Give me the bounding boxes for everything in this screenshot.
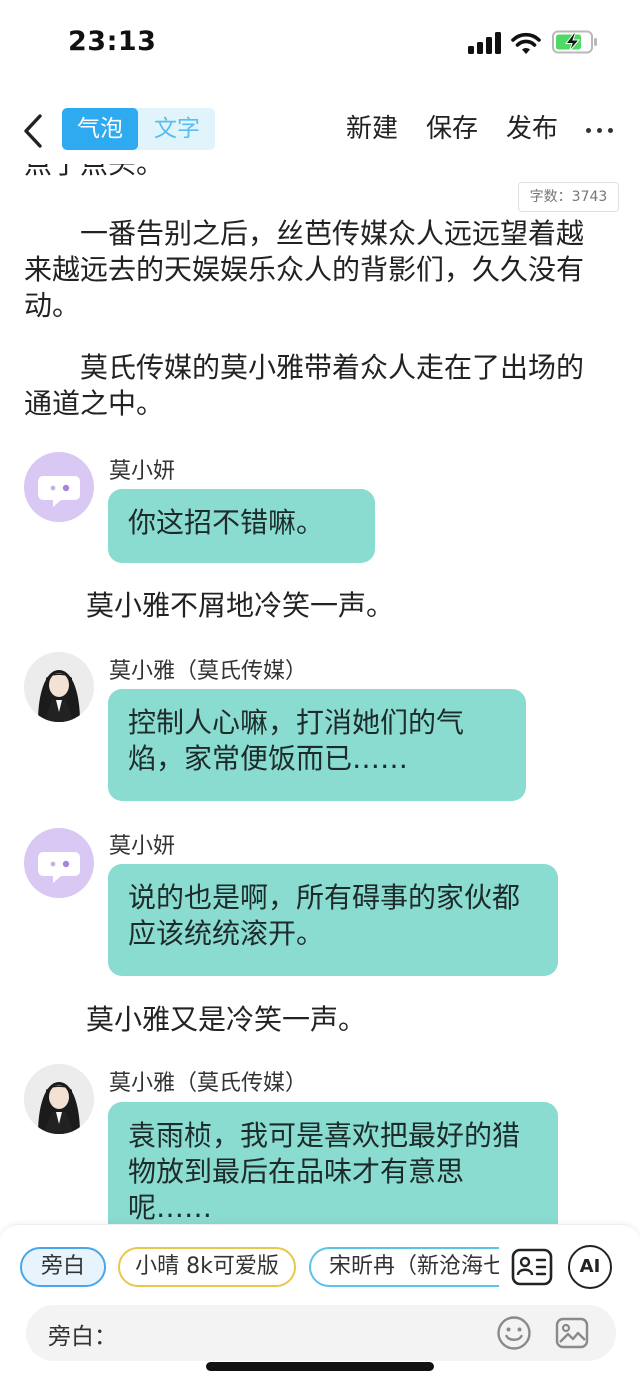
- message-input[interactable]: [116, 1313, 476, 1353]
- wifi-icon: [511, 32, 541, 54]
- publish-button[interactable]: 发布: [506, 110, 558, 148]
- avatar-placeholder-icon[interactable]: [24, 452, 94, 522]
- status-bar: 23:13: [0, 0, 640, 86]
- status-time: 23:13: [68, 26, 157, 57]
- chat-bubble[interactable]: 控制人心嘛，打消她们的气焰，家常便饭而已……: [108, 689, 526, 801]
- mode-toggle: 气泡 文字: [62, 108, 215, 150]
- emoji-icon[interactable]: [496, 1315, 532, 1351]
- bottom-panel: 旁白 小晴 8k可爱版 宋昕冉（新沧海七 AI 旁白：: [0, 1224, 640, 1385]
- paragraph: 一番告别之后，丝芭传媒众人远远望着越来越远去的天娱娱乐众人的背影们，久久没有动。: [24, 217, 585, 322]
- avatar-placeholder-icon[interactable]: [24, 828, 94, 898]
- tab-bubble[interactable]: 气泡: [62, 108, 138, 150]
- role-chip-narrator[interactable]: 旁白: [20, 1247, 106, 1287]
- input-bar: 旁白：: [26, 1305, 616, 1361]
- paragraph: 莫氏传媒的莫小雅带着众人走在了出场的通道之中。: [24, 351, 585, 420]
- speaker-name: 莫小妍: [109, 834, 176, 859]
- avatar-photo[interactable]: [24, 652, 94, 722]
- nav-bar: 气泡 文字 新建 保存 发布: [0, 98, 640, 164]
- battery-charging-icon: [552, 30, 597, 54]
- speaker-name: 莫小妍: [109, 459, 176, 484]
- speaker-name: 莫小雅（莫氏传媒）: [109, 659, 308, 684]
- signal-icon: [468, 32, 502, 54]
- chat-bubble[interactable]: 说的也是啊，所有碍事的家伙都应该统统滚开。: [108, 864, 558, 976]
- home-indicator: [206, 1362, 434, 1371]
- speaker-name: 莫小雅（莫氏传媒）: [109, 1071, 308, 1096]
- more-dots-icon[interactable]: [584, 110, 616, 148]
- role-chip[interactable]: 小晴 8k可爱版: [118, 1247, 296, 1287]
- chat-bubble[interactable]: 袁雨桢，我可是喜欢把最好的猎物放到最后在品味才有意思呢……: [108, 1102, 558, 1224]
- chevron-left-icon[interactable]: [16, 108, 50, 154]
- word-count-badge: 字数：3743: [518, 182, 619, 212]
- story-content[interactable]: 点了点头。 字数：3743 一番告别之后，丝芭传媒众人远远望着越来越远去的天娱娱…: [0, 164, 640, 1224]
- new-button[interactable]: 新建: [346, 110, 398, 148]
- save-button[interactable]: 保存: [426, 110, 478, 148]
- input-role-label: 旁白：: [48, 1324, 117, 1350]
- narration: 莫小雅又是冷笑一声。: [86, 1003, 367, 1036]
- paragraph-fragment: 点了点头。: [24, 164, 604, 182]
- role-card-icon[interactable]: [510, 1245, 554, 1289]
- avatar-photo[interactable]: [24, 1064, 94, 1134]
- role-chip[interactable]: 宋昕冉（新沧海七: [309, 1247, 499, 1287]
- ai-button[interactable]: AI: [568, 1245, 612, 1289]
- chat-bubble[interactable]: 你这招不错嘛。: [108, 489, 375, 563]
- image-icon[interactable]: [554, 1315, 590, 1351]
- tab-text[interactable]: 文字: [139, 108, 215, 150]
- narration: 莫小雅不屑地冷笑一声。: [86, 589, 395, 622]
